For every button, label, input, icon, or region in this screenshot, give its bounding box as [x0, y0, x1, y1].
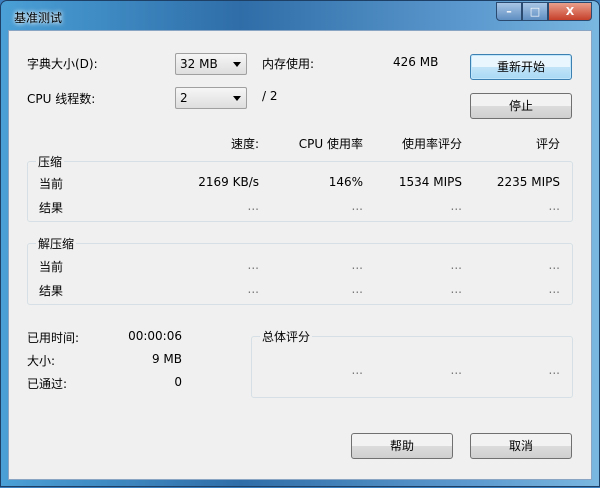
cancel-button[interactable]: 取消 [470, 433, 572, 459]
compress-row-label: 结果 [39, 201, 64, 215]
overall-cpu-usage: ... [351, 363, 363, 377]
restart-button[interactable]: 重新开始 [470, 54, 572, 80]
passed-label: 已通过: [27, 377, 68, 391]
decompress-cell: ... [548, 258, 560, 272]
decompress-row-label: 当前 [39, 260, 64, 274]
col-speed: 速度: [230, 137, 259, 151]
col-cpu-usage: CPU 使用率 [298, 137, 363, 151]
dict-size-label: 字典大小(D): [27, 57, 98, 71]
compress-cell: ... [247, 199, 259, 213]
dict-size-select[interactable]: 32 MB [175, 53, 247, 75]
elapsed-value: 00:00:06 [128, 329, 182, 343]
overall-usage-rating: ... [450, 363, 462, 377]
decompress-cell: ... [450, 282, 462, 296]
memory-usage-value: 426 MB [393, 55, 439, 69]
dialog-client: 字典大小(D): 32 MB 内存使用: 426 MB 重新开始 CPU 线程数… [8, 30, 592, 480]
compress-title: 压缩 [36, 153, 65, 170]
cpu-threads-value: 2 [180, 91, 188, 105]
chevron-down-icon [233, 96, 241, 101]
decompress-cell: ... [450, 258, 462, 272]
decompress-cell: ... [247, 282, 259, 296]
size-label: 大小: [27, 354, 56, 368]
compress-cell: 2169 KB/s [198, 175, 259, 189]
decompress-cell: ... [247, 258, 259, 272]
memory-usage-label: 内存使用: [262, 57, 315, 71]
overall-title: 总体评分 [260, 328, 313, 345]
compress-row-label: 当前 [39, 177, 64, 191]
size-value: 9 MB [151, 352, 182, 366]
compress-cell: 2235 MIPS [496, 175, 560, 189]
stop-button[interactable]: 停止 [470, 93, 572, 119]
chevron-down-icon [233, 62, 241, 67]
dict-size-value: 32 MB [180, 57, 218, 71]
elapsed-label: 已用时间: [27, 331, 80, 345]
col-rating: 评分 [535, 137, 560, 151]
compress-cell: 146% [328, 175, 363, 189]
decompress-cell: ... [351, 282, 363, 296]
compress-cell: ... [548, 199, 560, 213]
compress-cell: 1534 MIPS [398, 175, 462, 189]
help-button[interactable]: 帮助 [351, 433, 453, 459]
decompress-cell: ... [351, 258, 363, 272]
decompress-cell: ... [548, 282, 560, 296]
passed-value: 0 [174, 375, 182, 389]
compress-cell: ... [450, 199, 462, 213]
cpu-threads-label: CPU 线程数: [27, 92, 96, 106]
overall-rating: ... [548, 363, 560, 377]
decompress-row-label: 结果 [39, 284, 64, 298]
decompress-title: 解压缩 [36, 235, 77, 252]
cpu-threads-total: / 2 [262, 89, 278, 103]
compress-cell: ... [351, 199, 363, 213]
col-usage-rating: 使用率评分 [401, 137, 462, 151]
cpu-threads-select[interactable]: 2 [175, 87, 247, 109]
